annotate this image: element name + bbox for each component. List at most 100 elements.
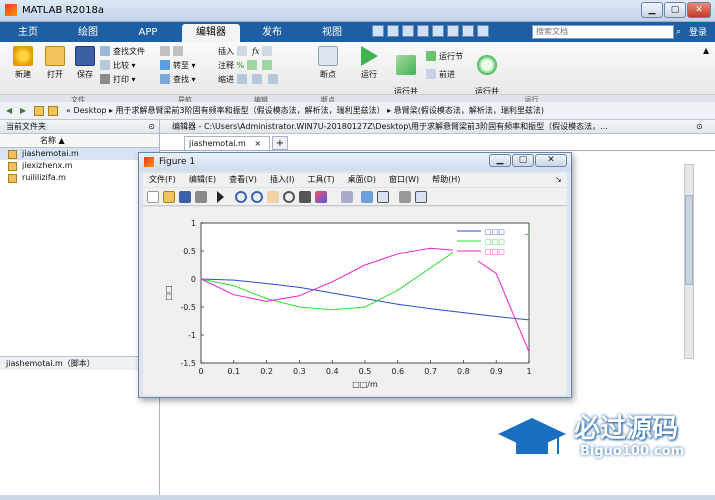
menu-help[interactable]: 帮助(H) [432,175,460,184]
data-point [233,279,235,281]
open-file-icon[interactable] [163,191,175,203]
save-figure-icon[interactable] [179,191,191,203]
copy-icon[interactable] [402,25,414,37]
menu-file[interactable]: 文件(F) [149,175,176,184]
file-item[interactable]: jiexizhenx.m [0,160,159,172]
find-button[interactable]: 查找 ▾ [160,73,210,87]
menu-tools[interactable]: 工具(T) [307,175,334,184]
menu-edit[interactable]: 编辑(E) [189,175,216,184]
forward-arrow-icon[interactable]: ▶ [20,102,26,119]
group-label-breakpoints: 断点 [308,94,348,104]
current-folder-path[interactable]: « Desktop ▸ 用于求解悬臂梁前3阶固有频率和振型（假设模态法，解析法，… [66,102,706,119]
breakpoints-button[interactable]: 断点 [312,46,344,80]
minimize-button[interactable]: ▁ [641,2,663,18]
figure-toolbar [143,188,567,206]
undo-icon[interactable] [432,25,444,37]
browse-folder-icon[interactable] [48,106,58,116]
m-file-icon [8,174,17,183]
zoom-out-icon[interactable] [251,191,263,203]
tab-editor[interactable]: 编辑器 [182,24,240,42]
search-input[interactable]: 搜索文档 [532,25,674,39]
print-figure-icon[interactable] [195,191,207,203]
show-plot-tools-icon[interactable] [415,191,427,203]
data-cursor-icon[interactable] [299,191,311,203]
insert-button[interactable]: 插入 fx [218,45,296,59]
menu-insert[interactable]: 插入(I) [270,175,295,184]
up-folder-icon[interactable] [34,106,44,116]
uncomment-icon [262,60,273,70]
data-point [233,285,235,287]
menu-desktop[interactable]: 桌面(D) [348,175,376,184]
print-button[interactable]: 打印 ▾ [100,73,156,87]
editor-file-tab[interactable]: jiashemotai.m × [184,136,270,150]
nav-arrows[interactable] [160,45,210,59]
advance-button[interactable]: 前进 [426,68,472,82]
new-tab-button[interactable]: + [272,136,288,150]
watermark-url: Biguo100.com [580,444,685,459]
fx-icon[interactable]: fx [252,47,259,56]
select-arrow-icon[interactable] [217,191,224,203]
figure-window[interactable]: Figure 1 ▁ ▢ ✕ 文件(F) 编辑(E) 查看(V) 插入(I) 工具(T)… [138,152,572,398]
tab-plots[interactable]: 绘图 [66,24,110,42]
tab-view[interactable]: 视图 [310,24,354,42]
close-button[interactable]: ✕ [687,2,711,18]
find-files-button[interactable]: 查找文件 [100,45,156,59]
legend-icon[interactable] [377,191,389,203]
data-point [266,300,268,302]
compare-button[interactable]: 比较 ▾ [100,59,156,73]
link-plot-icon[interactable] [341,191,353,203]
cut-icon[interactable] [387,25,399,37]
menu-view[interactable]: 查看(V) [229,175,257,184]
dock-figure-icon[interactable]: ↘ [555,173,562,187]
comment-button[interactable]: 注释 % [218,59,296,73]
indent-button[interactable]: 缩进 [218,73,296,87]
panel-menu-icon[interactable]: ⊙ [148,120,155,134]
data-point [331,292,333,294]
help-icon[interactable] [477,25,489,37]
save-icon[interactable] [372,25,384,37]
editor-scrollbar[interactable] [684,164,694,359]
new-button[interactable]: 新建 [8,46,38,80]
figure-close-button[interactable]: ✕ [535,154,567,167]
login-button[interactable]: 登录 [684,24,712,42]
close-tab-icon[interactable]: × [254,139,261,148]
rotate-icon[interactable] [283,191,295,203]
colorbar-icon[interactable] [361,191,373,203]
hide-plot-tools-icon[interactable] [399,191,411,203]
editor-menu-icon[interactable]: ⊙ [696,122,703,131]
run-button[interactable]: 运行 [354,46,384,80]
back-arrow-icon[interactable]: ◀ [6,102,12,119]
paste-icon[interactable] [417,25,429,37]
file-item[interactable]: jiashemotai.m [0,148,159,160]
file-item[interactable]: ruililizifa.m [0,172,159,184]
group-label-navigate: 导航 [156,94,214,104]
folder-open-icon [45,46,65,66]
pan-icon[interactable] [267,191,279,203]
data-point [495,272,497,274]
save-button[interactable]: 保存 [70,46,100,80]
tab-publish[interactable]: 发布 [250,24,294,42]
legend-label: □□□ [485,248,505,256]
details-panel-header[interactable]: jiashemotai.m（脚本）⌃ [0,356,159,370]
tab-home[interactable]: 主页 [6,24,50,42]
editor-scroll-thumb[interactable] [685,195,693,285]
menu-window[interactable]: 窗口(W) [389,175,419,184]
x-tick-label: 0.9 [490,367,503,376]
switch-windows-icon[interactable] [462,25,474,37]
run-section-button[interactable]: 运行节 [426,50,472,64]
zoom-in-icon[interactable] [235,191,247,203]
new-figure-icon[interactable] [147,191,159,203]
collapse-ribbon-icon[interactable]: ▲ [703,46,709,55]
goto-button[interactable]: 转至 ▾ [160,59,210,73]
figure-minimize-button[interactable]: ▁ [489,154,511,167]
figure-maximize-button[interactable]: ▢ [512,154,534,167]
open-button[interactable]: 打开 [40,46,70,80]
redo-icon[interactable] [447,25,459,37]
m-file-icon [8,162,17,171]
column-header-name[interactable]: 名称 ▲ [0,134,159,148]
group-label-file: 文件 [0,94,156,104]
tab-apps[interactable]: APP [126,24,170,42]
print-icon [100,74,110,84]
maximize-button[interactable]: ▢ [664,2,686,18]
brush-icon[interactable] [315,191,327,203]
